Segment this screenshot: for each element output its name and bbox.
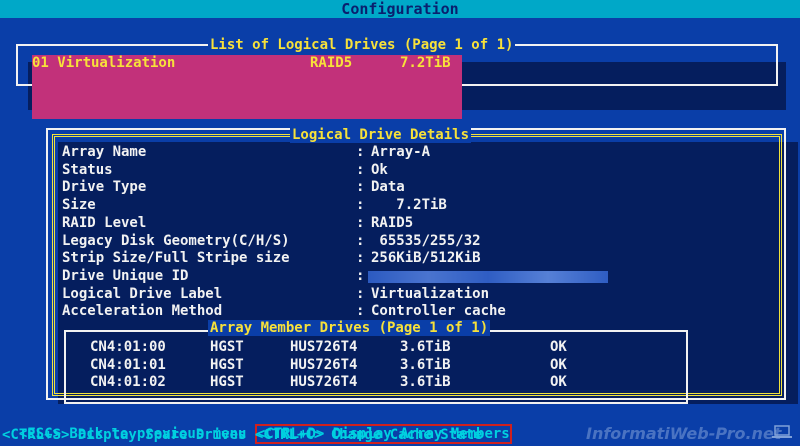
drive-name: 01 Virtualization bbox=[32, 55, 176, 71]
drive-vendor: HGST bbox=[210, 374, 244, 390]
detail-value: 256KiB/512KiB bbox=[371, 250, 481, 267]
watermark-text: InformatiWeb-Pro.net bbox=[586, 424, 782, 443]
detail-separator: : bbox=[356, 179, 365, 196]
detail-label: Drive Type bbox=[62, 179, 147, 196]
detail-value: Virtualization bbox=[371, 285, 490, 302]
drive-size: 3.6TiB bbox=[400, 374, 451, 390]
detail-value: Data bbox=[371, 179, 405, 196]
screen-title: Configuration bbox=[341, 0, 459, 18]
drive-status: OK bbox=[550, 356, 567, 373]
drive-vendor: HGST bbox=[210, 339, 244, 355]
detail-label: Legacy Disk Geometry(C/H/S) bbox=[62, 232, 290, 249]
redacted-unique-id bbox=[368, 270, 608, 283]
drive-status: OK bbox=[550, 339, 567, 355]
detail-separator: : bbox=[356, 232, 365, 249]
detail-label: RAID Level bbox=[62, 214, 147, 231]
detail-label: Status bbox=[62, 161, 113, 178]
detail-label: Drive Unique ID bbox=[62, 267, 189, 284]
detail-separator: : bbox=[356, 303, 365, 320]
drive-port: CN4:01:02 bbox=[90, 374, 166, 390]
detail-value: Array-A bbox=[371, 144, 431, 160]
drive-vendor: HGST bbox=[210, 356, 244, 373]
drive-model: HUS726T4 bbox=[290, 356, 358, 373]
detail-label: Acceleration Method bbox=[62, 303, 223, 320]
members-panel-title: Array Member Drives (Page 1 of 1) bbox=[208, 320, 491, 336]
drive-size: 7.2TiB bbox=[400, 55, 451, 71]
detail-separator: : bbox=[356, 144, 365, 160]
detail-label: Array Name bbox=[62, 144, 147, 160]
drive-port: CN4:01:01 bbox=[90, 356, 166, 373]
detail-separator: : bbox=[356, 161, 365, 178]
drive-status: OK bbox=[550, 374, 567, 390]
footer-line-2: <CTRL+S> Display Spare Drives <CTRL+C> C… bbox=[2, 427, 483, 443]
drive-model: HUS726T4 bbox=[290, 374, 358, 390]
drive-port: CN4:01:00 bbox=[90, 339, 166, 355]
detail-separator: : bbox=[356, 214, 365, 231]
drive-model: HUS726T4 bbox=[290, 339, 358, 355]
detail-separator: : bbox=[356, 267, 365, 284]
detail-value: 65535/255/32 bbox=[371, 232, 481, 249]
drive-raid: RAID5 bbox=[310, 55, 353, 71]
detail-label: Logical Drive Label bbox=[62, 285, 223, 302]
detail-label: Size bbox=[62, 197, 96, 214]
detail-label: Strip Size/Full Stripe size bbox=[62, 250, 290, 267]
details-panel-title: Logical Drive Details bbox=[290, 127, 472, 143]
detail-separator: : bbox=[356, 285, 365, 302]
logical-drive-row-selected[interactable]: 01 Virtualization RAID5 7.2TiB bbox=[32, 55, 462, 119]
list-panel-title: List of Logical Drives (Page 1 of 1) bbox=[208, 37, 516, 53]
drive-size: 3.6TiB bbox=[400, 356, 451, 373]
drive-size: 3.6TiB bbox=[400, 339, 451, 355]
detail-separator: : bbox=[356, 197, 365, 214]
detail-value: RAID5 bbox=[371, 214, 414, 231]
laptop-icon bbox=[772, 425, 792, 438]
detail-value: Ok bbox=[371, 161, 388, 178]
detail-separator: : bbox=[356, 250, 365, 267]
detail-value: 7.2TiB bbox=[371, 197, 447, 214]
detail-value: Controller cache bbox=[371, 303, 506, 320]
